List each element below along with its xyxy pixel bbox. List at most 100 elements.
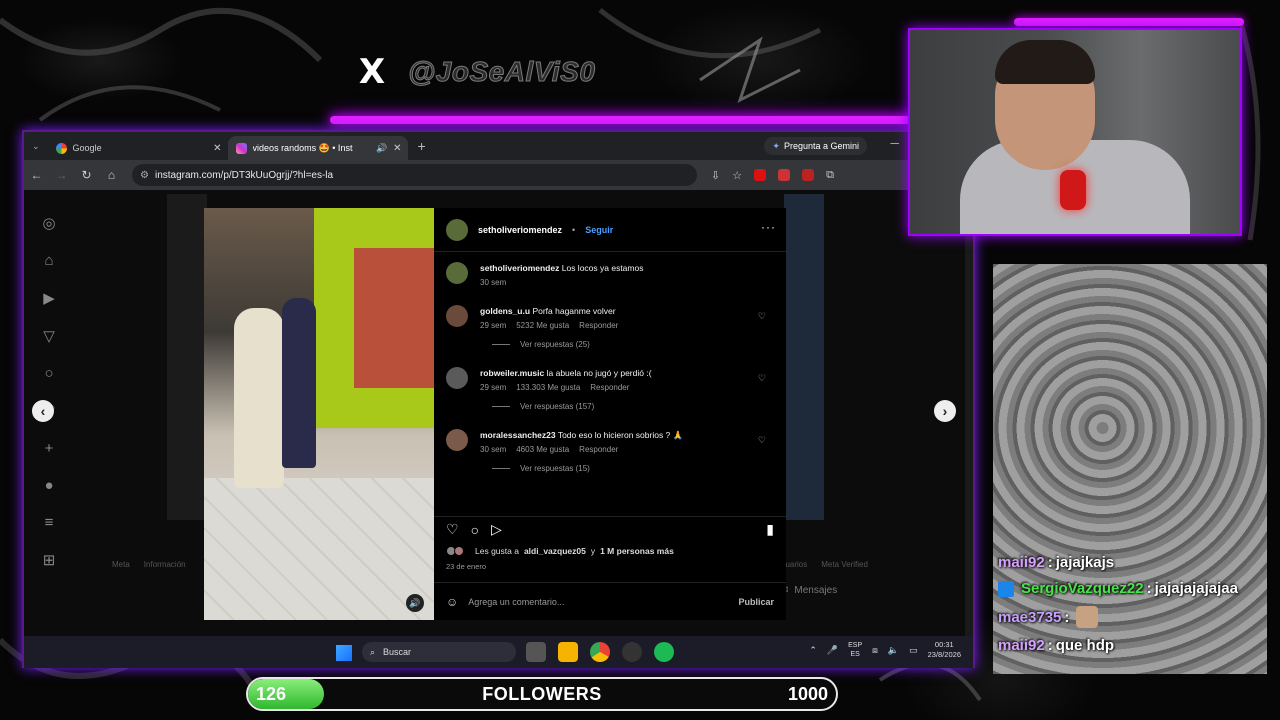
chrome-icon[interactable] [590,642,610,662]
avatar[interactable] [446,367,468,389]
view-replies[interactable]: Ver respuestas (15) [492,464,774,473]
url-field[interactable]: ⚙ instagram.com/p/DT3kUuOgrjj/?hl=es-la [132,164,697,186]
site-info-icon[interactable]: ⚙ [140,170,149,181]
like-icon[interactable]: ♡ [446,521,459,538]
save-icon[interactable]: ▮ [766,521,774,538]
microphone-icon[interactable]: 🎤 [827,645,838,656]
comment-icon[interactable]: ○ [471,522,479,538]
comment-username[interactable]: goldens_u.u [480,306,530,316]
more-options-icon[interactable]: ··· [761,220,776,234]
footer-links: usuarios Meta Verified [777,560,868,569]
network-icon[interactable]: ⧈ [872,645,878,656]
post-video[interactable]: 🔊 [204,208,434,620]
minimize-icon[interactable]: ─ [890,136,899,150]
webcam-frame [1060,170,1086,210]
comment-likes[interactable]: 4603 Me gusta [516,445,569,454]
likes-summary[interactable]: Les gusta a aldi_vazquez05 y 1 M persona… [446,546,674,556]
tab-google[interactable]: Google ✕ [48,136,228,160]
scrollbar[interactable] [965,190,973,636]
task-view-icon[interactable] [526,642,546,662]
followers-current: 126 [256,684,287,704]
avatar[interactable] [446,218,468,241]
language-indicator[interactable]: ESP ES [848,641,862,659]
view-replies[interactable]: Ver respuestas (157) [492,402,774,411]
back-icon[interactable]: ← [24,168,49,182]
follow-button[interactable]: Seguir [585,225,613,235]
comment-likes[interactable]: 5232 Me gusta [516,321,569,330]
obs-icon[interactable] [622,642,642,662]
comment-username[interactable]: setholiveriomendez [480,263,559,273]
next-post-button[interactable]: › [934,400,956,422]
emoji-icon[interactable]: ☺ [446,595,458,609]
instagram-logo-icon[interactable]: ◎ [42,214,55,232]
chat-message: maii92 : jajajkajs [998,554,1115,571]
new-tab-icon[interactable]: + [418,138,426,154]
mute-button[interactable]: 🔊 [406,594,424,612]
like-comment-icon[interactable]: ♡ [758,311,766,322]
menu-icon[interactable]: ≡ [45,514,54,531]
extensions-puzzle-icon[interactable]: ⧉ [826,169,834,182]
messages-button[interactable]: ✉ Mensajes [780,585,837,596]
subscriber-badge-icon [998,580,1014,597]
share-icon[interactable]: ▷ [491,521,502,538]
likes-count[interactable]: 1 M personas más [600,546,674,556]
previous-post-button[interactable]: ‹ [32,400,54,422]
like-comment-icon[interactable]: ♡ [758,373,766,384]
reload-icon[interactable]: ↻ [74,168,99,182]
liker-username[interactable]: aldi_vazquez05 [524,546,586,556]
profile-icon[interactable]: ● [44,477,53,494]
avatar[interactable] [446,429,468,451]
author-username[interactable]: setholiveriomendez [478,225,562,235]
volume-icon[interactable]: 🔈 [888,645,899,656]
extension-icon[interactable] [802,169,815,181]
comment-likes[interactable]: 133.303 Me gusta [516,383,580,392]
tab-instagram[interactable]: videos randoms 🤩 • Insta 🔊 ✕ [227,136,408,160]
chevron-up-icon[interactable]: ⌃ [809,645,817,656]
extension-icon[interactable] [778,169,791,181]
taskbar-search[interactable]: ⌕ Buscar [362,642,516,662]
file-explorer-icon[interactable] [558,642,578,662]
comment-input[interactable]: Agrega un comentario... [468,597,564,607]
like-comment-icon[interactable]: ♡ [758,435,766,446]
tab-search-icon[interactable]: ⌄ [24,141,48,152]
audio-icon[interactable]: 🔊 [376,143,387,154]
background-post [784,194,824,520]
spotify-icon[interactable] [654,642,674,662]
comment-username[interactable]: robweiler.music [480,368,544,378]
liker-avatars [446,546,470,556]
extension-icon[interactable] [754,169,767,181]
comment-text: la abuela no jugó y perdió :( [546,368,652,378]
star-icon[interactable]: ☆ [732,169,742,182]
reply-button[interactable]: Responder [579,445,618,454]
avatar[interactable] [446,305,468,327]
publish-button[interactable]: Publicar [738,597,774,607]
battery-icon[interactable]: ▭ [909,645,918,656]
post-actions: ♡ ○ ▷ ▮ [434,516,786,542]
footer-link[interactable]: Información [144,560,186,569]
direct-icon[interactable]: ▽ [43,327,55,345]
avatar[interactable] [446,262,468,284]
reply-button[interactable]: Responder [590,383,629,392]
close-tab-icon[interactable]: ✕ [213,143,221,154]
gemini-button[interactable]: ✦ Pregunta a Gemini [764,137,867,155]
home-icon[interactable]: ⌂ [99,168,124,182]
more-icon[interactable]: ⊞ [43,551,56,569]
footer-link[interactable]: Meta [112,560,130,569]
reply-button[interactable]: Responder [579,321,618,330]
search-icon[interactable]: ○ [44,365,53,382]
separator-dot: • [572,224,576,235]
comment-username[interactable]: moralessanchez23 [480,430,556,440]
install-icon[interactable]: ⇩ [711,169,720,182]
close-tab-icon[interactable]: ✕ [393,143,401,154]
clock[interactable]: 00:31 23/8/2026 [928,640,961,660]
forward-icon[interactable]: → [49,168,74,182]
post-header: setholiveriomendez • Seguir ··· [434,208,786,252]
comment: robweiler.music la abuela no jugó y perd… [446,367,774,392]
reels-icon[interactable]: ▶ [43,289,55,307]
create-icon[interactable]: + [45,440,54,457]
video-frame [234,308,284,488]
windows-start-icon[interactable] [336,645,352,661]
view-replies[interactable]: Ver respuestas (25) [492,340,774,349]
footer-link[interactable]: Meta Verified [821,560,868,569]
home-icon[interactable]: ⌂ [44,252,53,269]
